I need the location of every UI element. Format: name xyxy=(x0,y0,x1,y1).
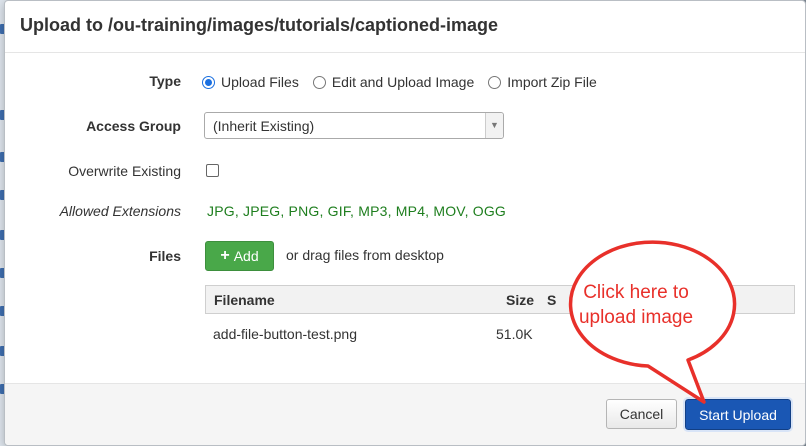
dialog-header: Upload to /ou-training/images/tutorials/… xyxy=(5,1,805,53)
cancel-button[interactable]: Cancel xyxy=(606,399,677,429)
caret-down-icon[interactable]: ▼ xyxy=(485,113,503,138)
file-size-cell: 51.0K xyxy=(496,326,533,342)
overwrite-existing-checkbox[interactable] xyxy=(206,164,219,177)
radio-upload-files[interactable]: Upload Files xyxy=(202,74,299,90)
column-header-filename[interactable]: Filename xyxy=(214,292,275,308)
column-header-status[interactable]: S xyxy=(547,292,556,308)
allowed-extensions-list: JPG, JPEG, PNG, GIF, MP3, MP4, MOV, OGG xyxy=(207,203,507,219)
add-file-button[interactable]: + Add xyxy=(205,241,274,271)
type-label: Type xyxy=(149,73,181,89)
access-group-select[interactable]: (Inherit Existing) ▼ xyxy=(204,112,504,139)
callout-text: Click here to upload image xyxy=(556,280,716,330)
callout-line-1: Click here to xyxy=(583,282,689,303)
radio-label: Import Zip File xyxy=(507,74,597,90)
dialog-title: Upload to /ou-training/images/tutorials/… xyxy=(20,15,499,35)
radio-button[interactable] xyxy=(488,75,502,89)
column-header-size[interactable]: Size xyxy=(506,292,534,308)
plus-icon: + xyxy=(220,247,230,264)
radio-label: Edit and Upload Image xyxy=(331,74,475,90)
access-group-label: Access Group xyxy=(86,118,181,134)
allowed-extensions-label: Allowed Extensions xyxy=(59,203,181,219)
radio-button-checked[interactable] xyxy=(202,75,215,89)
callout-line-2: upload image xyxy=(578,307,694,328)
radio-edit-and-upload-image[interactable]: Edit and Upload Image xyxy=(312,74,475,90)
drag-files-hint: or drag files from desktop xyxy=(286,247,444,263)
add-button-label: Add xyxy=(233,248,259,264)
overwrite-existing-label: Overwrite Existing xyxy=(68,163,181,179)
dialog-footer: Cancel Start Upload xyxy=(5,383,805,445)
upload-dialog: Upload to /ou-training/images/tutorials/… xyxy=(4,0,806,446)
radio-label: Upload Files xyxy=(221,74,299,90)
radio-button[interactable] xyxy=(312,75,326,89)
file-name-cell: add-file-button-test.png xyxy=(213,326,357,342)
type-radio-group: Upload Files Edit and Upload Image Impor… xyxy=(202,72,611,92)
access-group-value: (Inherit Existing) xyxy=(213,118,315,134)
radio-import-zip-file[interactable]: Import Zip File xyxy=(488,74,597,90)
files-label: Files xyxy=(149,248,181,264)
start-upload-button[interactable]: Start Upload xyxy=(683,397,793,432)
